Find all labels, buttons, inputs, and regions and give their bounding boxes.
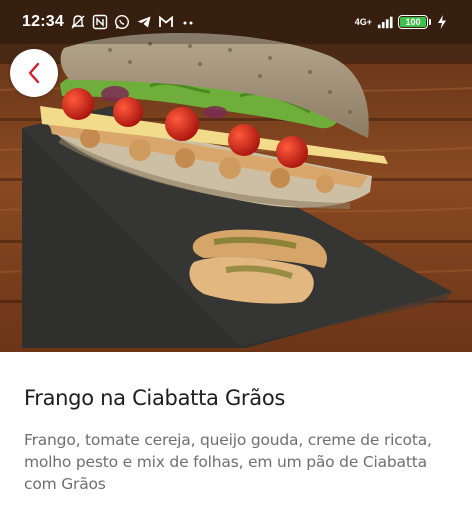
nfc-icon (92, 14, 108, 30)
battery-tip (429, 19, 431, 25)
battery-indicator: 100 (398, 15, 428, 29)
charging-bolt-icon (436, 14, 452, 30)
status-left: 12:34 (22, 13, 196, 31)
battery-level: 100 (405, 17, 421, 27)
product-info: Frango na Ciabatta Grãos Frango, tomate … (0, 352, 472, 512)
signal-icon (377, 14, 393, 30)
product-title: Frango na Ciabatta Grãos (24, 386, 286, 410)
more-dots-icon (180, 14, 196, 30)
telegram-icon (136, 14, 152, 30)
network-type: 4G+ (354, 17, 372, 27)
status-bar: 12:34 4G+ 100 (0, 0, 472, 44)
whatsapp-icon (114, 14, 130, 30)
chevron-path (28, 62, 40, 84)
product-description: Frango, tomate cereja, queijo gouda, cre… (24, 431, 432, 493)
gmail-icon (158, 14, 174, 30)
status-right: 4G+ 100 (355, 14, 452, 30)
status-time: 12:34 (22, 13, 64, 30)
chevron-left-icon (24, 61, 44, 85)
product-image (0, 0, 472, 352)
back-button[interactable] (10, 49, 58, 97)
mute-bell-icon (70, 14, 86, 30)
